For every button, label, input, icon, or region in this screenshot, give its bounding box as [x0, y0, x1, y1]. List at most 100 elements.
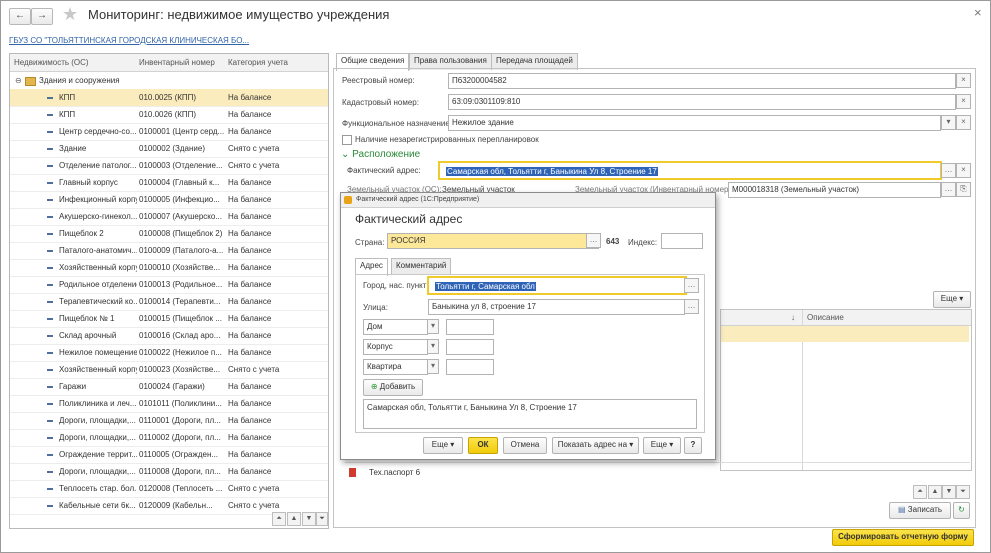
column-header-inventory[interactable]: Инвентарный номер [139, 58, 215, 67]
table-row[interactable]: Нежилое помещение 0100022 (Нежилое п... На… [10, 344, 328, 362]
table-row[interactable]: КПП 010.0026 (КПП) На балансе [10, 106, 328, 124]
table-row[interactable]: Инфекционный корпус 0100005 (Инфекцио... Н… [10, 191, 328, 209]
scroll-up-icon[interactable]: ▲ [287, 512, 301, 526]
land-inventory-field[interactable]: М000018318 (Земельный участок) [728, 182, 941, 198]
table-row[interactable]: Дороги, площадки,... 0110008 (Дороги, пл.… [10, 463, 328, 481]
link-icon[interactable]: ⎘ [956, 182, 971, 197]
table-row[interactable]: Дороги, площадки,... 0110002 (Дороги, пл.… [10, 429, 328, 447]
scroll-down-icon[interactable]: ▼ [302, 512, 316, 526]
land-select-icon[interactable]: … [941, 182, 956, 197]
country-select-icon[interactable]: … [586, 233, 601, 248]
attach-scroll-down-icon[interactable]: ▼ [942, 485, 956, 499]
cancel-button[interactable]: Отмена [503, 437, 547, 454]
clear-address-icon[interactable]: × [956, 163, 971, 178]
sort-icon[interactable]: ↓ [791, 313, 795, 322]
dialog-tab-comment[interactable]: Комментарий [391, 258, 452, 275]
purpose-dropdown-icon[interactable]: ▾ [941, 115, 956, 130]
table-row[interactable]: Центр сердечно-со... 0100001 (Центр серд.… [10, 123, 328, 141]
scroll-bottom-icon[interactable]: ⏷ [316, 512, 328, 526]
property-item-icon [47, 165, 53, 167]
attach-scroll-up-icon[interactable]: ▲ [928, 485, 942, 499]
korpus-select[interactable]: Корпус [363, 339, 428, 355]
table-row[interactable]: Теплосеть стар. бол... 0120008 (Теплосеть… [10, 480, 328, 498]
column-header-category[interactable]: Категория учета [228, 58, 288, 67]
table-row[interactable]: Родильное отделение 0100013 (Родильное...… [10, 276, 328, 294]
korpus-value-field[interactable] [446, 339, 494, 355]
save-button[interactable]: ▤ Записать [889, 502, 951, 519]
kvartira-value-field[interactable] [446, 359, 494, 375]
cell-inventory: 010.0025 (КПП) [139, 93, 197, 102]
korpus-dropdown-icon[interactable]: ▾ [427, 339, 439, 354]
street-field[interactable]: Баныкина ул 8, строение 17 [428, 299, 685, 315]
table-row[interactable]: Главный корпус 0100004 (Главный к... На ба… [10, 174, 328, 192]
dialog-more-button[interactable]: Еще ▾ [423, 437, 463, 454]
add-button[interactable]: ⊕ Добавить [363, 379, 423, 396]
help-button[interactable]: ? [684, 437, 702, 454]
cell-inventory: 0100008 (Пищеблок 2) [139, 229, 223, 238]
full-address-textarea[interactable]: Самарская обл, Тольятти г, Баныкина Ул 8… [363, 399, 697, 429]
clear-registry-icon[interactable]: × [956, 73, 971, 88]
table-row[interactable]: Терапевтический ко... 0100014 (Терапевти.… [10, 293, 328, 311]
clear-cadastral-icon[interactable]: × [956, 94, 971, 109]
location-section-header[interactable]: ⌄ Расположение [341, 149, 420, 160]
purpose-select[interactable]: Нежилое здание [448, 115, 941, 131]
cell-property: Хозяйственный корпус [59, 263, 137, 272]
table-row[interactable]: Здание 0100002 (Здание) Снято с учета [10, 140, 328, 158]
index-field[interactable] [661, 233, 703, 249]
country-field[interactable]: РОССИЯ [387, 233, 599, 249]
attachment-row[interactable]: Тех.паспорт 6 [345, 462, 970, 483]
dom-dropdown-icon[interactable]: ▾ [427, 319, 439, 334]
table-row[interactable]: Пищеблок 2 0100008 (Пищеблок 2) На балансе [10, 225, 328, 243]
forward-button[interactable]: → [31, 8, 53, 25]
city-field[interactable]: Тольятти г, Самарская обл [427, 276, 687, 295]
registry-number-field[interactable]: П63200004582 [448, 73, 956, 89]
city-select-icon[interactable]: … [684, 278, 699, 293]
cell-property: Склад арочный [59, 331, 117, 340]
dom-select[interactable]: Дом [363, 319, 428, 335]
table-row[interactable]: Дороги, площадки,... 0110001 (Дороги, пл.… [10, 412, 328, 430]
column-header-property[interactable]: Недвижимость (ОС) [14, 58, 89, 67]
table-row[interactable]: Гаражи 0100024 (Гаражи) На балансе [10, 378, 328, 396]
scroll-top-icon[interactable]: ⏶ [272, 512, 286, 526]
table-row[interactable]: Акушерско-гинекол... 0100007 (Акушерско..… [10, 208, 328, 226]
cell-property: Теплосеть стар. бол... [59, 484, 137, 493]
attach-scroll-top-icon[interactable]: ⏶ [913, 485, 927, 499]
show-address-button[interactable]: Показать адрес на ▾ [552, 437, 639, 454]
table-row[interactable]: Отделение патолог... 0100003 (Отделение..… [10, 157, 328, 175]
table-row[interactable]: КПП 010.0025 (КПП) На балансе [10, 89, 328, 107]
table-row[interactable]: Пищеблок № 1 0100015 (Пищеблок ... На бала… [10, 310, 328, 328]
collapse-icon[interactable]: ⊖ [15, 76, 22, 85]
attachment-name: Тех.паспорт 6 [369, 468, 421, 477]
address-select-icon[interactable]: … [941, 163, 956, 178]
cell-inventory: 0100001 (Центр серд... [139, 127, 225, 136]
kvartira-dropdown-icon[interactable]: ▾ [427, 359, 439, 374]
table-row[interactable]: Поликлиника и леч... 0101011 (Поликлини..… [10, 395, 328, 413]
refresh-icon[interactable]: ↻ [953, 502, 970, 519]
close-window-icon[interactable]: × [974, 5, 982, 20]
report-button[interactable]: Сформировать отчетную форму [832, 529, 974, 546]
clear-purpose-icon[interactable]: × [956, 115, 971, 130]
cell-property: Инфекционный корпус [59, 195, 137, 204]
ok-button[interactable]: ОК [468, 437, 498, 454]
table-row[interactable]: Хозяйственный корпус 0100010 (Хозяйстве..… [10, 259, 328, 277]
kvartira-select[interactable]: Квартира [363, 359, 428, 375]
group-row[interactable]: ⊖ Здания и сооружения [10, 72, 328, 90]
street-select-icon[interactable]: … [684, 299, 699, 314]
table-row[interactable]: Ограждение террит... 0110005 (Огражден...… [10, 446, 328, 464]
back-button[interactable]: ← [9, 8, 31, 25]
organization-link[interactable]: ГБУЗ СО "ТОЛЬЯТТИНСКАЯ ГОРОДСКАЯ КЛИНИЧЕ… [9, 36, 249, 45]
replan-checkbox[interactable] [342, 135, 352, 145]
table-row[interactable]: Склад арочный 0100016 (Склад аро... На бал… [10, 327, 328, 345]
cadastral-number-field[interactable]: 63:09:0301109:810 [448, 94, 956, 110]
table-row[interactable]: Паталого-анатомич... 0100009 (Паталого-а.… [10, 242, 328, 260]
table-row[interactable]: Хозяйственный корпус 0100023 (Хозяйстве..… [10, 361, 328, 379]
favorite-star-icon[interactable]: ★ [62, 4, 78, 25]
dom-value-field[interactable] [446, 319, 494, 335]
more-button[interactable]: Еще ▾ [933, 291, 971, 308]
dialog-more2-button[interactable]: Еще ▾ [643, 437, 681, 454]
cell-category: На балансе [228, 229, 272, 238]
description-column-header[interactable]: Описание [807, 313, 844, 322]
attach-scroll-bottom-icon[interactable]: ⏷ [956, 485, 970, 499]
cell-property: Акушерско-гинекол... [59, 212, 137, 221]
address-field[interactable]: Самарская обл, Тольятти г, Баныкина Ул 8… [438, 161, 942, 180]
